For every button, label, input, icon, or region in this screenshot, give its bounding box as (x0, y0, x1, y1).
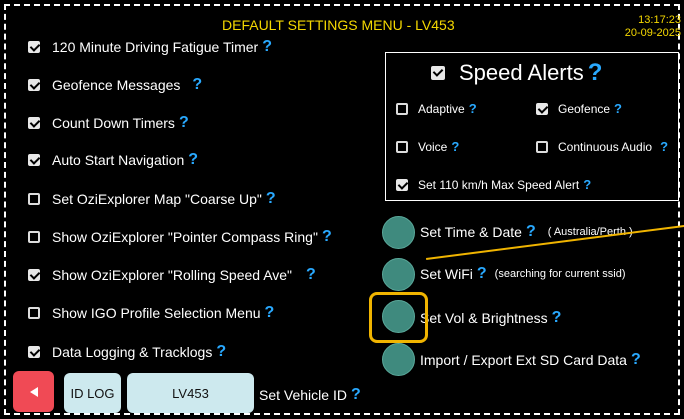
checkbox[interactable] (28, 231, 40, 243)
checkbox[interactable] (28, 154, 40, 166)
alert-voice[interactable]: Voice ? (396, 139, 459, 154)
setting-label: Count Down Timers (52, 115, 175, 131)
setting-ozi-compass-ring[interactable]: Show OziExplorer "Pointer Compass Ring" … (28, 228, 332, 246)
set-vehicle-label: Set Vehicle ID (259, 387, 347, 403)
setting-label: Show OziExplorer "Rolling Speed Ave" (52, 267, 293, 283)
vehicle-id-button[interactable]: LV453 (127, 373, 254, 413)
help-icon[interactable]: ? (306, 266, 316, 284)
action-label: Set Vol & Brightness (420, 310, 548, 326)
help-icon[interactable]: ? (188, 151, 198, 169)
setting-label: Geofence Messages (52, 77, 181, 93)
checkbox[interactable] (28, 307, 40, 319)
setting-data-logging[interactable]: Data Logging & Tracklogs ? (28, 343, 226, 361)
setting-label: Show OziExplorer "Pointer Compass Ring" (52, 229, 318, 245)
setting-ozi-coarse-up[interactable]: Set OziExplorer Map "Coarse Up" ? (28, 190, 276, 208)
set-vehicle-id[interactable]: Set Vehicle ID ? (259, 386, 361, 404)
import-export-sd-button[interactable] (382, 343, 415, 376)
help-icon[interactable]: ? (216, 343, 226, 361)
alert-label: Set 110 km/h Max Speed Alert (418, 177, 580, 192)
clock: 13:17:23 20-09-2025 (623, 14, 681, 40)
checkbox[interactable] (28, 193, 40, 205)
help-icon[interactable]: ? (552, 309, 562, 327)
alert-geofence[interactable]: Geofence ? (536, 101, 622, 116)
clock-time: 13:17:23 (638, 14, 681, 26)
import-export-sd-row[interactable]: Import / Export Ext SD Card Data ? (420, 351, 641, 369)
setting-label: Auto Start Navigation (52, 152, 185, 168)
back-button[interactable] (13, 371, 54, 412)
checkbox[interactable] (536, 140, 548, 153)
alert-continuous-audio[interactable]: Continuous Audio ? (536, 139, 668, 154)
set-wifi-button[interactable] (382, 258, 415, 291)
clock-date: 20-09-2025 (624, 27, 681, 39)
setting-igo-profile-menu[interactable]: Show IGO Profile Selection Menu ? (28, 304, 274, 322)
setting-driving-fatigue-timer[interactable]: 120 Minute Driving Fatigue Timer ? (28, 38, 272, 56)
help-icon[interactable]: ? (477, 265, 487, 283)
checkbox[interactable] (28, 117, 40, 129)
help-icon[interactable]: ? (179, 114, 189, 132)
action-label: Set WiFi (420, 266, 473, 282)
speed-alerts-title: Speed Alerts (459, 60, 584, 85)
help-icon[interactable]: ? (583, 177, 591, 192)
left-triangle-icon (29, 386, 38, 397)
checkbox[interactable] (431, 66, 445, 80)
setting-count-down-timers[interactable]: Count Down Timers ? (28, 114, 189, 132)
help-icon[interactable]: ? (192, 76, 202, 94)
page-title: DEFAULT SETTINGS MENU - LV453 (222, 17, 455, 33)
alert-label: Geofence (558, 101, 611, 116)
action-label: Set Time & Date (420, 224, 522, 240)
checkbox[interactable] (396, 102, 408, 115)
help-icon[interactable]: ? (322, 228, 332, 246)
alert-label: Adaptive (418, 101, 465, 116)
set-vol-brightness-row[interactable]: Set Vol & Brightness ? (420, 309, 561, 327)
checkbox[interactable] (28, 269, 40, 281)
set-time-date-row[interactable]: Set Time & Date ? ( Australia/Perth ) (420, 223, 633, 241)
checkbox[interactable] (28, 41, 40, 53)
help-icon[interactable]: ? (588, 59, 603, 87)
help-icon[interactable]: ? (451, 139, 459, 154)
help-icon[interactable]: ? (262, 38, 272, 56)
highlight-box (369, 292, 428, 343)
setting-label: Show IGO Profile Selection Menu (52, 305, 261, 321)
speed-alerts-panel: Speed Alerts ? Adaptive ? Geofence ? Voi… (385, 52, 679, 201)
checkbox[interactable] (28, 79, 40, 91)
setting-label: Set OziExplorer Map "Coarse Up" (52, 191, 262, 207)
help-icon[interactable]: ? (266, 190, 276, 208)
help-icon[interactable]: ? (469, 101, 477, 116)
set-time-date-button[interactable] (382, 216, 415, 249)
action-label: Import / Export Ext SD Card Data (420, 352, 627, 368)
checkbox[interactable] (396, 178, 408, 191)
setting-label: Data Logging & Tracklogs (52, 344, 213, 360)
set-wifi-row[interactable]: Set WiFi ? (searching for current ssid) (420, 265, 626, 283)
setting-label: 120 Minute Driving Fatigue Timer (52, 39, 259, 55)
checkbox[interactable] (536, 102, 548, 115)
alert-label: Voice (418, 139, 448, 154)
setting-ozi-rolling-speed[interactable]: Show OziExplorer "Rolling Speed Ave" ? (28, 266, 316, 284)
help-icon[interactable]: ? (660, 139, 668, 154)
help-icon[interactable]: ? (265, 304, 275, 322)
alert-label: Continuous Audio (558, 139, 653, 154)
checkbox[interactable] (28, 346, 40, 358)
help-icon[interactable]: ? (351, 386, 361, 404)
setting-geofence-messages[interactable]: Geofence Messages ? (28, 76, 202, 94)
checkbox[interactable] (396, 140, 408, 153)
help-icon[interactable]: ? (526, 223, 536, 241)
alert-max-speed-110[interactable]: Set 110 km/h Max Speed Alert ? (396, 177, 591, 192)
wifi-status-note: (searching for current ssid) (494, 268, 626, 280)
alert-adaptive[interactable]: Adaptive ? (396, 101, 477, 116)
help-icon[interactable]: ? (631, 351, 641, 369)
help-icon[interactable]: ? (614, 101, 622, 116)
id-log-button[interactable]: ID LOG (64, 373, 121, 413)
speed-alerts-toggle[interactable]: Speed Alerts ? (431, 59, 602, 87)
setting-auto-start-navigation[interactable]: Auto Start Navigation ? (28, 151, 198, 169)
